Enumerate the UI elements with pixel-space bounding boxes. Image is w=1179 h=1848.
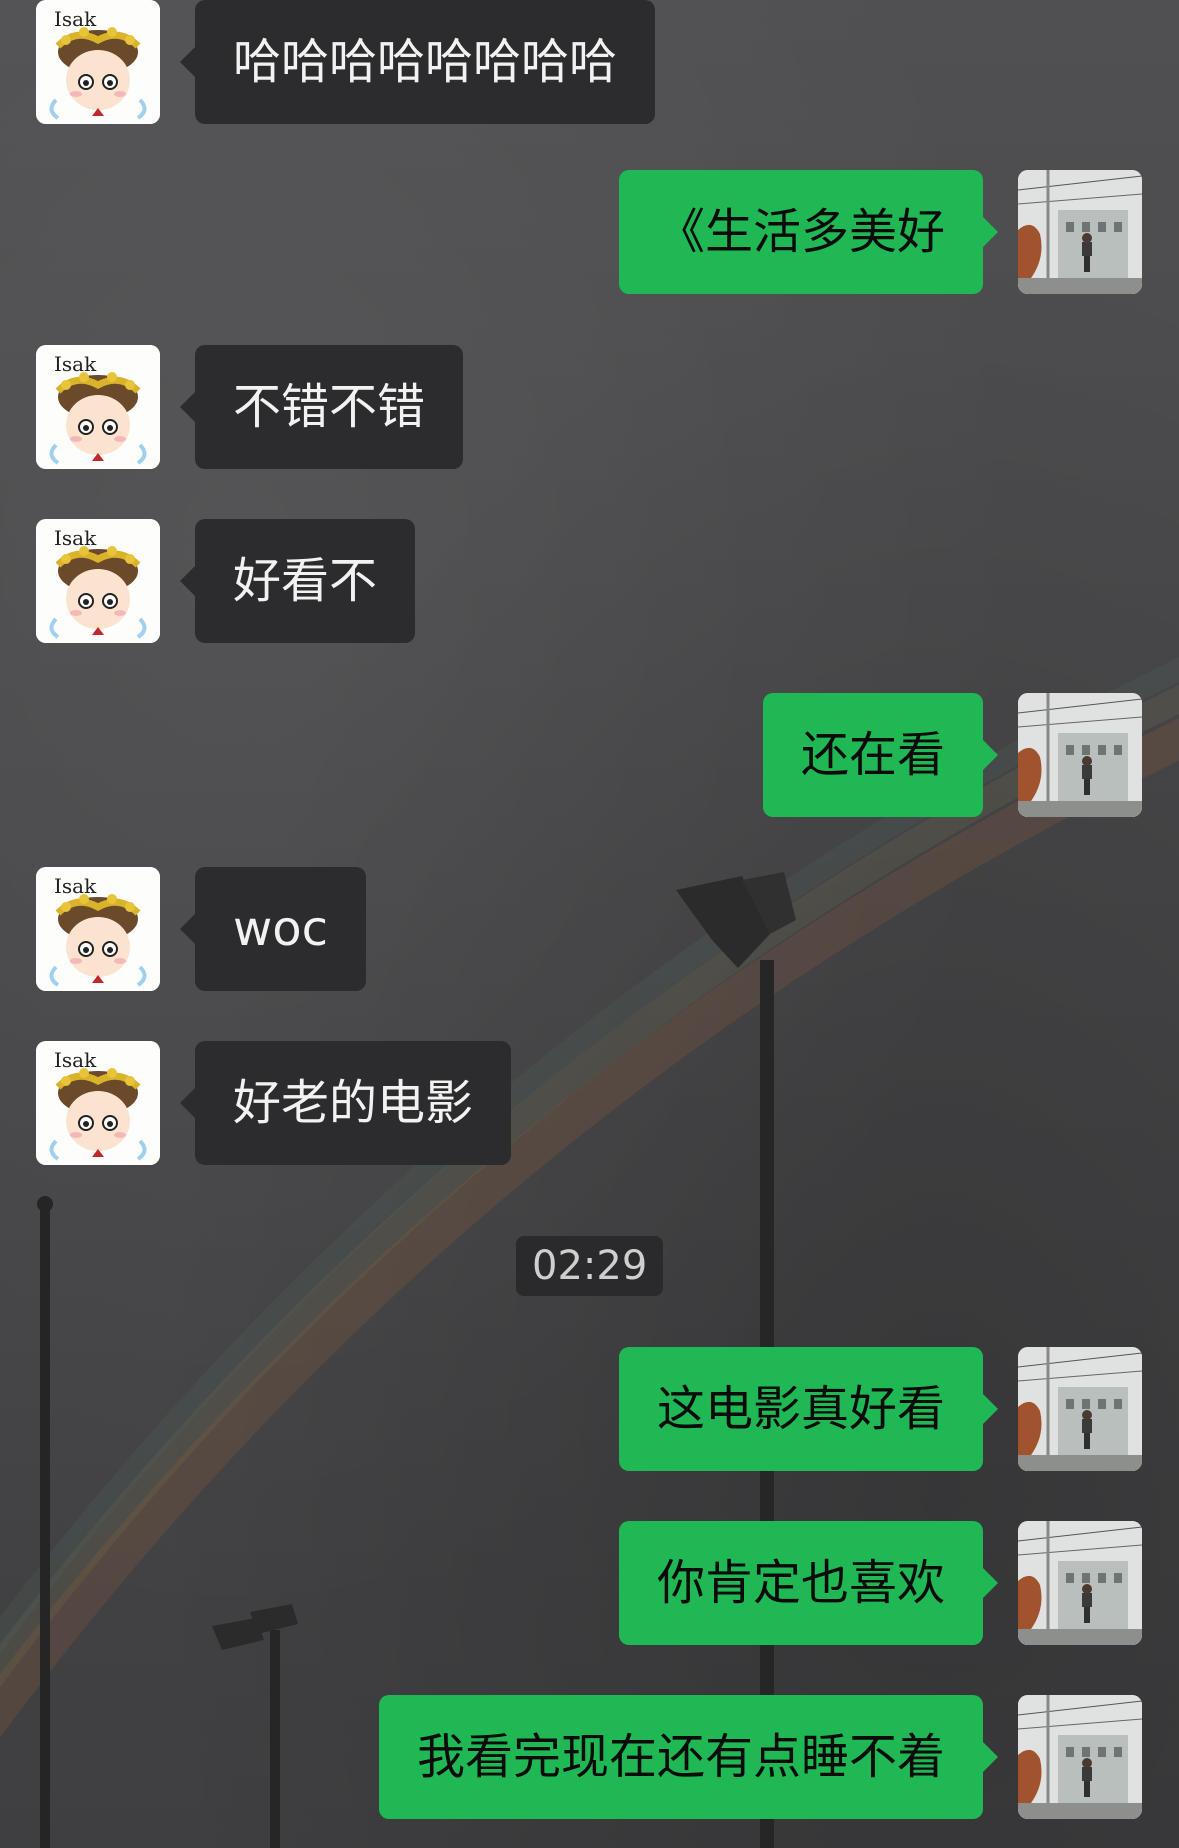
self-avatar[interactable] [1018, 170, 1142, 294]
message-bubble[interactable]: 好看不 [179, 519, 416, 643]
self-avatar[interactable] [1018, 1695, 1142, 1819]
message-row-incoming: Isak 好看不 [0, 519, 1179, 643]
friend-avatar[interactable]: Isak [36, 867, 160, 991]
message-row-incoming: Isak 不错不错 [0, 345, 1179, 469]
message-row-outgoing: 还在看 [0, 693, 1179, 817]
message-row-incoming: Isak 哈哈哈哈哈哈哈哈 [0, 0, 1179, 124]
message-bubble[interactable]: 哈哈哈哈哈哈哈哈 [179, 0, 656, 124]
message-bubble[interactable]: 这电影真好看 [618, 1347, 999, 1471]
friend-avatar[interactable]: Isak [36, 1041, 160, 1165]
self-avatar[interactable] [1018, 1521, 1142, 1645]
friend-avatar[interactable]: Isak [36, 345, 160, 469]
friend-avatar[interactable]: Isak [36, 0, 160, 124]
message-bubble[interactable]: 好老的电影 [179, 1041, 512, 1165]
svg-text:Isak: Isak [54, 7, 97, 31]
friend-avatar[interactable]: Isak [36, 519, 160, 643]
svg-text:Isak: Isak [54, 874, 97, 898]
message-row-outgoing: 《生活多美好 [0, 170, 1179, 294]
message-bubble[interactable]: 我看完现在还有点睡不着 [378, 1695, 999, 1819]
message-bubble[interactable]: woc [179, 867, 367, 991]
timestamp-divider: 02:29 [516, 1236, 664, 1296]
message-bubble[interactable]: 《生活多美好 [618, 170, 999, 294]
svg-text:Isak: Isak [54, 526, 97, 550]
message-row-outgoing: 我看完现在还有点睡不着 [0, 1695, 1179, 1819]
message-row-outgoing: 这电影真好看 [0, 1347, 1179, 1471]
message-row-incoming: Isak woc [0, 867, 1179, 991]
self-avatar[interactable] [1018, 1347, 1142, 1471]
message-bubble[interactable]: 不错不错 [179, 345, 464, 469]
message-bubble[interactable]: 你肯定也喜欢 [618, 1521, 999, 1645]
message-row-incoming: Isak 好老的电影 [0, 1041, 1179, 1165]
svg-text:Isak: Isak [54, 1048, 97, 1072]
self-avatar[interactable] [1018, 693, 1142, 817]
message-row-outgoing: 你肯定也喜欢 [0, 1521, 1179, 1645]
message-bubble[interactable]: 还在看 [762, 693, 999, 817]
svg-text:Isak: Isak [54, 352, 97, 376]
